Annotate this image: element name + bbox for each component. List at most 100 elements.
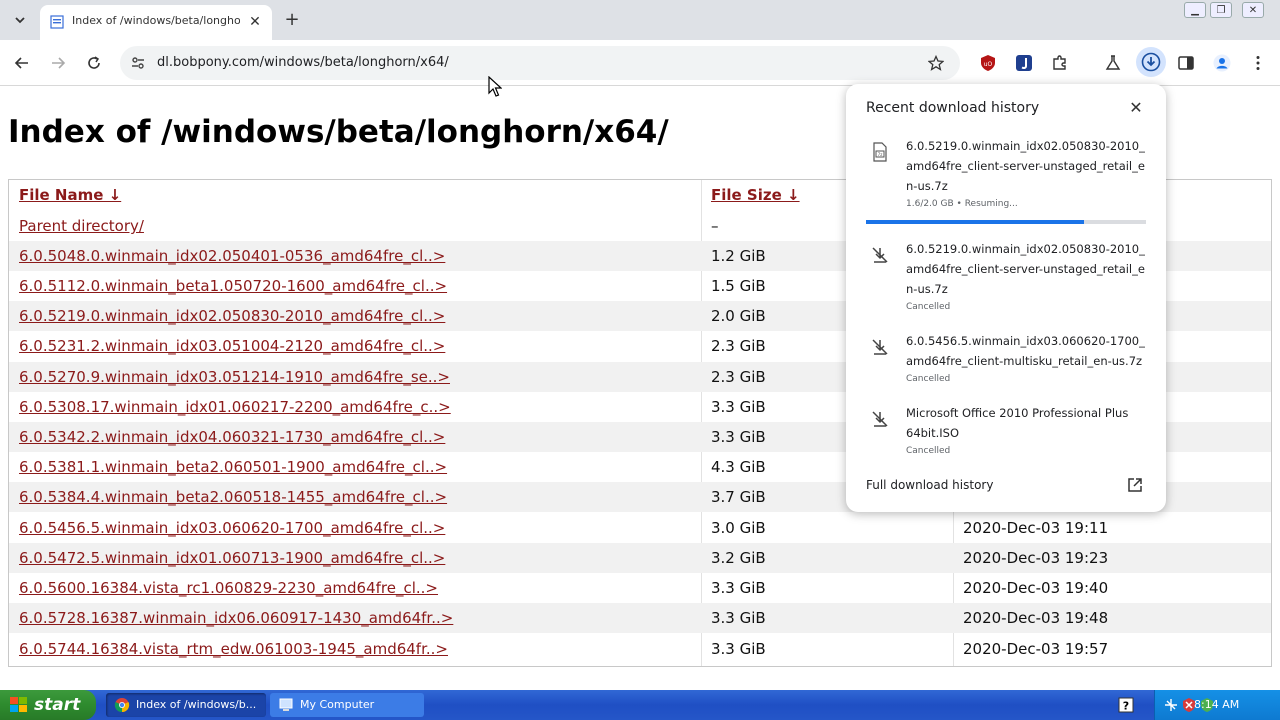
start-button[interactable]: start [0, 690, 96, 720]
file-size: 3.3 GiB [711, 609, 766, 627]
flask-icon [1105, 55, 1121, 70]
file-link[interactable]: 6.0.5219.0.winmain_idx02.050830-2010_amd… [19, 301, 445, 331]
download-cancelled-icon [872, 339, 888, 355]
download-history-panel: Recent download history ✕ 7z 6.0.5219.0.… [846, 84, 1166, 512]
windows-logo-icon [10, 697, 27, 712]
download-status: Cancelled [906, 446, 951, 456]
file-size: 2.3 GiB [711, 337, 766, 355]
windows-taskbar: start Index of /windows/b... My Computer… [0, 690, 1280, 720]
network-icon[interactable] [1163, 697, 1179, 713]
file-link[interactable]: 6.0.5112.0.winmain_beta1.050720-1600_amd… [19, 271, 447, 301]
svg-text:?: ? [1123, 700, 1129, 713]
download-progress-bar [866, 220, 1146, 224]
chevron-down-icon [15, 17, 25, 24]
arrow-right-icon [52, 57, 66, 69]
puzzle-icon [1053, 55, 1066, 70]
extension-button-j[interactable] [1012, 51, 1036, 75]
site-info-icon[interactable] [130, 55, 146, 71]
file-link[interactable]: 6.0.5048.0.winmain_idx02.050401-0536_amd… [19, 241, 445, 271]
restore-icon: ❐ [1216, 4, 1226, 16]
file-link[interactable]: 6.0.5381.1.winmain_beta2.060501-1900_amd… [19, 452, 447, 482]
taskbar-item-browser[interactable]: Index of /windows/b... [106, 693, 266, 717]
chrome-icon [114, 698, 130, 713]
minimize-icon: ▁ [1191, 4, 1199, 16]
window-close-button[interactable]: ✕ [1242, 2, 1264, 18]
plus-icon: + [284, 8, 300, 30]
shield-icon: uO [981, 55, 995, 71]
file-size: 3.3 GiB [711, 640, 766, 658]
tab-search-button[interactable] [8, 8, 32, 32]
file-size: 4.3 GiB [711, 458, 766, 476]
help-icon[interactable]: ? [1118, 697, 1134, 713]
browser-menu-button[interactable] [1246, 51, 1270, 75]
open-in-new-icon[interactable] [1126, 476, 1144, 494]
download-status: Cancelled [906, 302, 951, 312]
active-tab[interactable]: Index of /windows/beta/longhorn/x64/ ✕ [40, 5, 272, 40]
forward-button[interactable] [46, 51, 70, 75]
file-link[interactable]: 6.0.5744.16384.vista_rtm_edw.061003-1945… [19, 634, 448, 664]
file-name-column-header[interactable]: File Name ↓ [19, 180, 121, 211]
computer-icon [279, 698, 293, 711]
file-link[interactable]: 6.0.5600.16384.vista_rc1.060829-2230_amd… [19, 573, 438, 603]
file-size: 3.0 GiB [711, 519, 766, 537]
download-filename: 6.0.5219.0.winmain_idx02.050830-2010_amd… [906, 242, 1145, 296]
table-row: 6.0.5600.16384.vista_rc1.060829-2230_amd… [9, 573, 1271, 603]
file-size: 1.2 GiB [711, 247, 766, 265]
labs-button[interactable] [1101, 51, 1125, 75]
file-size: – [711, 217, 719, 235]
profile-button[interactable] [1210, 51, 1234, 75]
table-row: 6.0.5472.5.winmain_idx01.060713-1900_amd… [9, 543, 1271, 573]
side-panel-button[interactable] [1174, 51, 1198, 75]
file-size: 3.2 GiB [711, 549, 766, 567]
close-icon: ✕ [249, 14, 261, 30]
parent-directory-link[interactable]: Parent directory/ [19, 211, 144, 241]
file-link[interactable]: 6.0.5384.4.winmain_beta2.060518-1455_amd… [19, 482, 447, 512]
file-link[interactable]: 6.0.5231.2.winmain_idx03.051004-2120_amd… [19, 331, 445, 361]
star-icon [928, 55, 944, 71]
url-text[interactable]: dl.bobpony.com/windows/beta/longhorn/x64… [157, 54, 449, 72]
file-link[interactable]: 6.0.5728.16387.winmain_idx06.060917-1430… [19, 603, 453, 633]
restore-button[interactable]: ❐ [1210, 2, 1232, 18]
file-date: 2020-Dec-03 19:11 [963, 519, 1109, 537]
address-bar[interactable]: dl.bobpony.com/windows/beta/longhorn/x64… [120, 46, 960, 80]
browser-toolbar: dl.bobpony.com/windows/beta/longhorn/x64… [0, 40, 1280, 86]
file-icon: 7z [873, 142, 887, 162]
file-size: 1.5 GiB [711, 277, 766, 295]
minimize-button[interactable]: ▁ [1184, 2, 1206, 18]
file-link[interactable]: 6.0.5308.17.winmain_idx01.060217-2200_am… [19, 392, 451, 422]
file-date: 2020-Dec-03 19:57 [963, 640, 1109, 658]
mouse-cursor-icon [488, 76, 502, 97]
side-panel-icon [1178, 56, 1194, 70]
download-status: 1.6/2.0 GB • Resuming... [906, 199, 1018, 209]
bookmark-star-button[interactable] [926, 53, 946, 73]
taskbar-item-my-computer[interactable]: My Computer [270, 693, 424, 717]
download-panel-close-button[interactable]: ✕ [1126, 97, 1146, 117]
new-tab-button[interactable]: + [282, 8, 302, 30]
tab-title: Index of /windows/beta/longhorn/x64/ [72, 14, 240, 27]
download-progress-fill [866, 220, 1085, 224]
page-favicon-icon [50, 15, 64, 29]
downloads-button[interactable] [1136, 47, 1166, 77]
download-filename: Microsoft Office 2010 Professional Plus … [906, 406, 1129, 440]
tab-close-button[interactable]: ✕ [246, 13, 264, 31]
table-row: 6.0.5456.5.winmain_idx03.060620-1700_amd… [9, 513, 1271, 543]
file-size-column-header[interactable]: File Size ↓ [711, 180, 800, 211]
svg-text:uO: uO [984, 61, 993, 68]
file-date: 2020-Dec-03 19:40 [963, 579, 1109, 597]
tab-strip: Index of /windows/beta/longhorn/x64/ ✕ +… [0, 0, 1280, 40]
file-size: 2.3 GiB [711, 368, 766, 386]
file-link[interactable]: 6.0.5472.5.winmain_idx01.060713-1900_amd… [19, 543, 445, 573]
extensions-button[interactable] [1048, 51, 1072, 75]
full-download-history-link[interactable]: Full download history [866, 478, 993, 492]
ublock-extension-button[interactable]: uO [976, 51, 1000, 75]
file-link[interactable]: 6.0.5456.5.winmain_idx03.060620-1700_amd… [19, 513, 445, 543]
file-date: 2020-Dec-03 19:48 [963, 609, 1109, 627]
file-link[interactable]: 6.0.5342.2.winmain_idx04.060321-1730_amd… [19, 422, 445, 452]
file-link[interactable]: 6.0.5270.9.winmain_idx03.051214-1910_amd… [19, 362, 450, 392]
back-button[interactable] [10, 51, 34, 75]
svg-text:7z: 7z [878, 152, 883, 157]
file-date: 2020-Dec-03 19:23 [963, 549, 1109, 567]
file-size: 3.7 GiB [711, 488, 766, 506]
taskbar-item-label: Index of /windows/b... [136, 698, 257, 711]
reload-button[interactable] [82, 51, 106, 75]
